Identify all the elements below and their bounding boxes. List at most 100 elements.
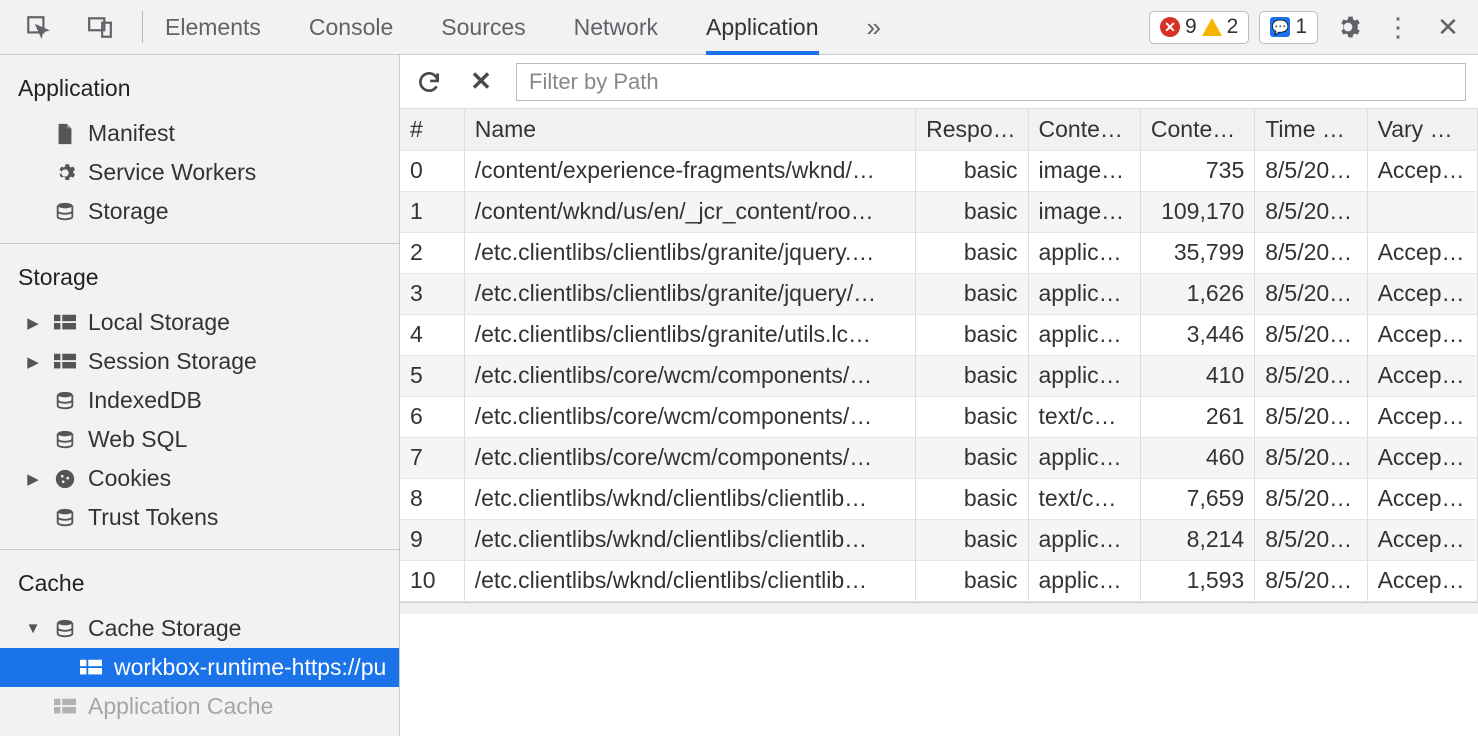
cell-name: /content/wknd/us/en/_jcr_content/roo… (464, 191, 915, 232)
table-row[interactable]: 9/etc.clientlibs/wknd/clientlibs/clientl… (400, 519, 1478, 560)
table-row[interactable]: 5/etc.clientlibs/core/wcm/components/…ba… (400, 355, 1478, 396)
file-icon (52, 123, 78, 145)
cell-content-type: applic… (1028, 232, 1140, 273)
sidebar-item-label: Storage (88, 198, 169, 225)
gear-icon (52, 162, 78, 184)
cell-response-type: basic (916, 560, 1028, 601)
table-row[interactable]: 3/etc.clientlibs/clientlibs/granite/jque… (400, 273, 1478, 314)
sidebar-item-manifest[interactable]: Manifest (0, 114, 399, 153)
col-vary-header[interactable]: Vary H… (1367, 109, 1477, 150)
sidebar-item-service-workers[interactable]: Service Workers (0, 153, 399, 192)
sidebar-section-cache: Cache ▼ Cache Storage workbox-runtime-ht… (0, 550, 399, 736)
tab-console[interactable]: Console (309, 0, 393, 55)
cell-name: /content/experience-fragments/wknd/… (464, 150, 915, 191)
table-row[interactable]: 4/etc.clientlibs/clientlibs/granite/util… (400, 314, 1478, 355)
cell-index: 7 (400, 437, 464, 478)
cell-content-type: text/c… (1028, 478, 1140, 519)
table-row[interactable]: 0/content/experience-fragments/wknd/…bas… (400, 150, 1478, 191)
sidebar-item-storage[interactable]: Storage (0, 192, 399, 231)
sidebar-item-session-storage[interactable]: ▶ Session Storage (0, 342, 399, 381)
col-index[interactable]: # (400, 109, 464, 150)
cell-content-length: 7,659 (1140, 478, 1254, 519)
tab-network[interactable]: Network (574, 0, 658, 55)
cell-name: /etc.clientlibs/clientlibs/granite/jquer… (464, 273, 915, 314)
sidebar-item-application-cache[interactable]: Application Cache (0, 687, 399, 726)
cell-response-type: basic (916, 314, 1028, 355)
table-row[interactable]: 2/etc.clientlibs/clientlibs/granite/jque… (400, 232, 1478, 273)
sidebar-heading-cache: Cache (0, 560, 399, 609)
sidebar-item-web-sql[interactable]: Web SQL (0, 420, 399, 459)
inspect-element-icon[interactable] (18, 14, 58, 40)
delete-button[interactable]: ✕ (464, 66, 498, 97)
more-menu-icon[interactable]: ⋮ (1378, 12, 1418, 43)
sidebar-item-label: workbox-runtime-https://pu (114, 654, 386, 681)
cell-content-type: applic… (1028, 519, 1140, 560)
table-row[interactable]: 6/etc.clientlibs/core/wcm/components/…ba… (400, 396, 1478, 437)
table-row[interactable]: 8/etc.clientlibs/wknd/clientlibs/clientl… (400, 478, 1478, 519)
error-count: 9 (1185, 15, 1197, 39)
sidebar-item-cache-storage[interactable]: ▼ Cache Storage (0, 609, 399, 648)
cell-vary-header: Accep… (1367, 478, 1477, 519)
topbar-right: ✕ 9 2 💬 1 ⋮ ✕ (1149, 11, 1468, 44)
cell-time-cached: 8/5/20… (1255, 273, 1367, 314)
cell-name: /etc.clientlibs/clientlibs/granite/utils… (464, 314, 915, 355)
cell-index: 3 (400, 273, 464, 314)
sidebar-item-workbox-runtime[interactable]: workbox-runtime-https://pu (0, 648, 399, 687)
cell-time-cached: 8/5/20… (1255, 478, 1367, 519)
sidebar-item-cookies[interactable]: ▶ Cookies (0, 459, 399, 498)
console-errors-warnings-badge[interactable]: ✕ 9 2 (1149, 11, 1249, 44)
issues-count: 1 (1295, 15, 1307, 39)
cell-index: 5 (400, 355, 464, 396)
issues-icon: 💬 (1270, 17, 1290, 37)
panel-tabs: Elements Console Sources Network Applica… (165, 0, 1149, 55)
toggle-device-toolbar-icon[interactable] (80, 14, 120, 40)
cell-time-cached: 8/5/20… (1255, 355, 1367, 396)
sidebar-item-trust-tokens[interactable]: Trust Tokens (0, 498, 399, 537)
sidebar-section-storage: Storage ▶ Local Storage ▶ Session Storag… (0, 244, 399, 550)
sidebar-item-label: Local Storage (88, 309, 230, 336)
settings-icon[interactable] (1328, 14, 1368, 40)
tab-sources[interactable]: Sources (441, 0, 525, 55)
cell-index: 4 (400, 314, 464, 355)
cell-time-cached: 8/5/20… (1255, 519, 1367, 560)
table-row[interactable]: 7/etc.clientlibs/core/wcm/components/…ba… (400, 437, 1478, 478)
chevron-right-icon: ▶ (24, 353, 42, 371)
col-content-type[interactable]: Conte… (1028, 109, 1140, 150)
cell-time-cached: 8/5/20… (1255, 314, 1367, 355)
sidebar-heading-storage: Storage (0, 254, 399, 303)
sidebar-item-label: Manifest (88, 120, 175, 147)
tab-elements[interactable]: Elements (165, 0, 261, 55)
sidebar-item-label: Cookies (88, 465, 171, 492)
warning-count: 2 (1227, 15, 1239, 39)
filter-by-path-input[interactable] (516, 63, 1466, 101)
refresh-button[interactable] (412, 69, 446, 95)
sidebar-item-indexeddb[interactable]: IndexedDB (0, 381, 399, 420)
tab-application[interactable]: Application (706, 0, 819, 55)
col-name[interactable]: Name (464, 109, 915, 150)
application-sidebar: Application Manifest Service Workers (0, 55, 400, 736)
col-response-type[interactable]: Respo… (916, 109, 1028, 150)
cell-vary-header: Accep… (1367, 273, 1477, 314)
cell-content-length: 1,626 (1140, 273, 1254, 314)
tabs-overflow-icon[interactable]: » (867, 0, 881, 55)
table-row[interactable]: 10/etc.clientlibs/wknd/clientlibs/client… (400, 560, 1478, 601)
close-icon[interactable]: ✕ (1428, 12, 1468, 43)
cell-index: 9 (400, 519, 464, 560)
issues-badge[interactable]: 💬 1 (1259, 11, 1318, 44)
sidebar-item-label: IndexedDB (88, 387, 202, 414)
cell-index: 8 (400, 478, 464, 519)
horizontal-scrollbar[interactable] (400, 602, 1478, 614)
col-time-cached[interactable]: Time … (1255, 109, 1367, 150)
cell-response-type: basic (916, 519, 1028, 560)
cache-storage-panel: ✕ # Name Respo… Conte… Conte… Time … Var… (400, 55, 1478, 736)
table-row[interactable]: 1/content/wknd/us/en/_jcr_content/roo…ba… (400, 191, 1478, 232)
col-content-length[interactable]: Conte… (1140, 109, 1254, 150)
cache-entries-table: # Name Respo… Conte… Conte… Time … Vary … (400, 109, 1478, 736)
cookie-icon (52, 468, 78, 490)
cell-vary-header: Accep… (1367, 232, 1477, 273)
cell-content-type: image… (1028, 150, 1140, 191)
cell-response-type: basic (916, 355, 1028, 396)
cell-response-type: basic (916, 396, 1028, 437)
sidebar-item-local-storage[interactable]: ▶ Local Storage (0, 303, 399, 342)
cell-content-length: 1,593 (1140, 560, 1254, 601)
